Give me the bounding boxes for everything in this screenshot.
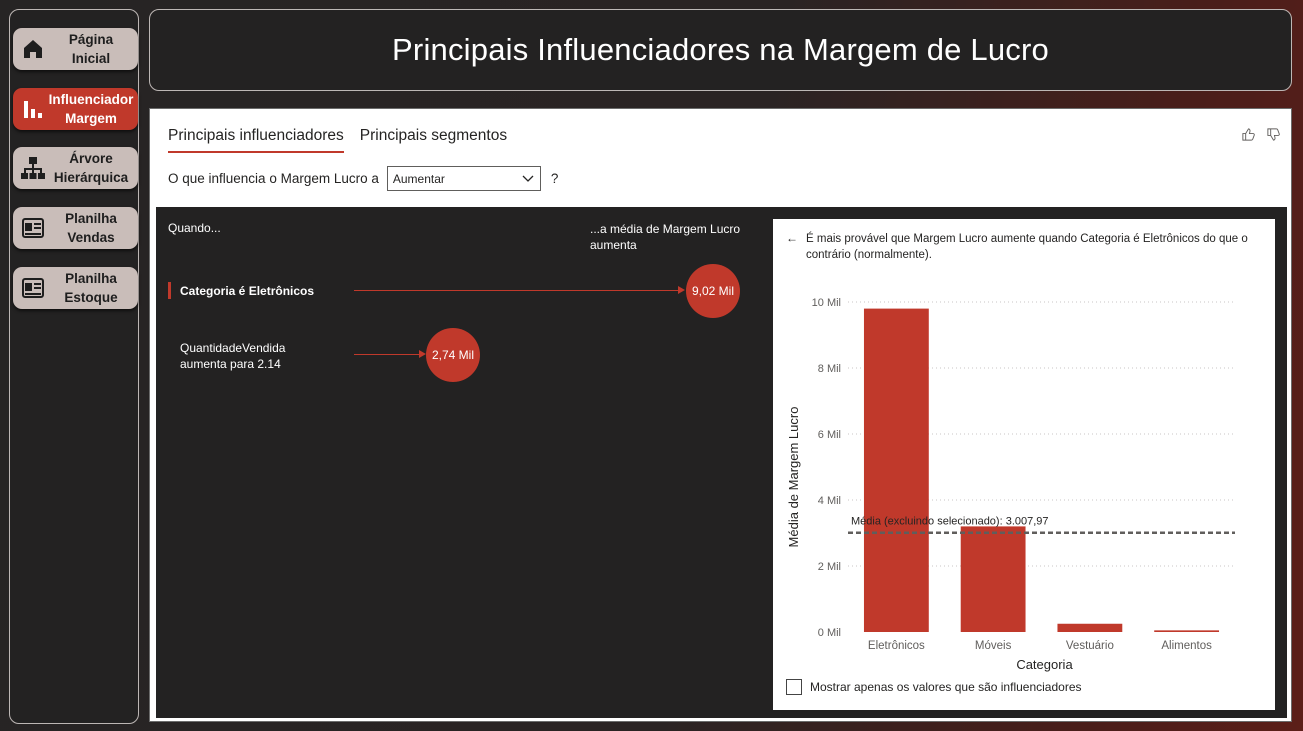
page-header: Principais Influenciadores na Margem de …	[149, 9, 1292, 91]
nav-button-influencer[interactable]: Influenciador Margem	[13, 88, 138, 130]
bar-alimentos[interactable]	[1154, 630, 1220, 632]
spreadsheet-icon	[18, 213, 48, 243]
question-text: O que influencia o Margem Lucro a	[168, 171, 379, 186]
influencer-bubble[interactable]: 9,02 Mil	[686, 264, 740, 318]
connector-arrow-icon	[678, 286, 685, 294]
nav-label: Página Inicial	[68, 32, 114, 66]
sidebar-nav: Página Inicial Influenciador Margem Árvo…	[9, 9, 139, 724]
hierarchy-icon	[18, 153, 48, 183]
y-axis-title: Média de Margem Lucro	[786, 407, 801, 548]
x-axis-title: Categoria	[1016, 657, 1073, 672]
connector-arrow-icon	[419, 350, 426, 358]
y-tick-label: 0 Mil	[818, 627, 841, 639]
average-reference-label: Média (excluindo selecionado): 3.007,97	[851, 516, 1049, 528]
nav-button-sales-sheet[interactable]: Planilha Vendas	[13, 207, 138, 249]
y-tick-label: 4 Mil	[818, 495, 841, 507]
chevron-down-icon	[522, 172, 534, 186]
x-tick-label: Alimentos	[1161, 640, 1212, 652]
page-title: Principais Influenciadores na Margem de …	[392, 32, 1049, 67]
thumbs-up-icon[interactable]	[1241, 127, 1256, 147]
nav-button-stock-sheet[interactable]: Planilha Estoque	[13, 267, 138, 309]
visual-tabs: Principais influenciadores Principais se…	[168, 127, 507, 153]
checkbox-label: Mostrar apenas os valores que são influe…	[810, 680, 1082, 694]
dropdown-value: Aumentar	[392, 171, 445, 186]
nav-label: Influenciador Margem	[48, 92, 134, 126]
nav-label: Planilha Estoque	[64, 271, 118, 305]
bar-chart-icon	[18, 94, 48, 124]
thumbs-down-icon[interactable]	[1266, 127, 1281, 147]
influencer-filter-checkbox[interactable]	[786, 679, 802, 695]
bar-vestuário[interactable]	[1057, 623, 1123, 632]
home-icon	[18, 34, 48, 64]
y-tick-label: 6 Mil	[818, 429, 841, 441]
y-tick-label: 8 Mil	[818, 363, 841, 375]
tab-key-influencers[interactable]: Principais influenciadores	[168, 127, 344, 153]
key-influencers-visual: Principais influenciadores Principais se…	[149, 108, 1292, 722]
bar-móveis[interactable]	[960, 526, 1026, 632]
bar-eletrônicos[interactable]	[863, 308, 929, 632]
category-bar-chart: 0 Mil 2 Mil 4 Mil 6 Mil 8 Mil 10 Mil Eletrônic…	[786, 297, 1235, 672]
nav-label: Planilha Vendas	[65, 211, 117, 245]
nav-button-home[interactable]: Página Inicial	[13, 28, 138, 70]
influence-question: O que influencia o Margem Lucro a Aument…	[168, 166, 558, 191]
influencer-bubble[interactable]: 2,74 Mil	[426, 328, 480, 382]
influencers-list-panel: Quando... ...a média de Margem Lucro aum…	[156, 207, 773, 718]
nav-button-hierarchy[interactable]: Árvore Hierárquica	[13, 147, 138, 189]
spreadsheet-icon	[18, 273, 48, 303]
x-tick-label: Eletrônicos	[868, 640, 925, 652]
influencer-connector	[354, 290, 679, 291]
direction-dropdown[interactable]: Aumentar	[386, 166, 541, 191]
influencer-connector	[354, 354, 420, 355]
x-tick-label: Móveis	[975, 640, 1012, 652]
average-column-header: ...a média de Margem Lucro aumenta	[590, 222, 741, 252]
question-mark: ?	[550, 171, 559, 186]
when-column-header: Quando...	[168, 221, 221, 235]
influencer-label[interactable]: Categoria é Eletrônicos	[180, 283, 314, 299]
tab-top-segments[interactable]: Principais segmentos	[360, 127, 507, 153]
y-tick-label: 2 Mil	[818, 561, 841, 573]
x-tick-label: Vestuário	[1066, 640, 1114, 652]
detail-panel: ← É mais provável que Margem Lucro aumen…	[773, 219, 1275, 710]
influencer-label[interactable]: QuantidadeVendida aumenta para 2.14	[180, 340, 320, 372]
selected-indicator	[168, 282, 171, 299]
y-tick-label: 10 Mil	[812, 297, 841, 309]
feedback-buttons	[1241, 127, 1281, 147]
nav-label: Árvore Hierárquica	[53, 151, 129, 185]
influencer-filter-row: Mostrar apenas os valores que são influe…	[786, 679, 1082, 695]
